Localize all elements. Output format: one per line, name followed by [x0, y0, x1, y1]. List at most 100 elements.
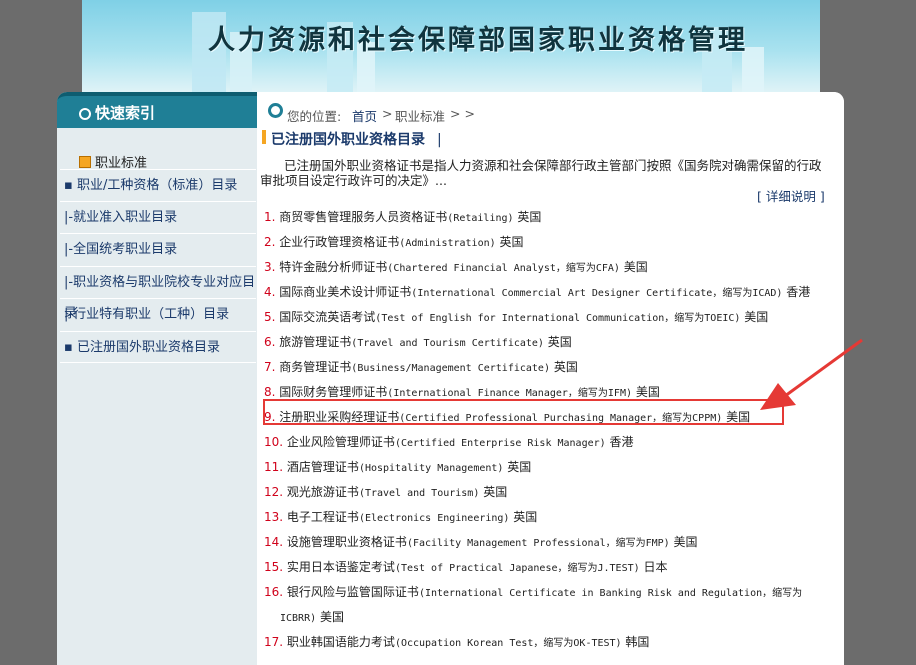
sidebar-item-vocational-mapping[interactable]: |-职业资格与职业院校专业对应目录 — [60, 266, 256, 321]
list-item[interactable]: 3. 特许金融分析师证书(Chartered Financial Analyst… — [264, 255, 834, 280]
list-item-country: 美国 — [623, 260, 648, 274]
list-item-number: 16. — [264, 585, 284, 599]
list-item-country: 英国 — [517, 210, 542, 224]
list-item-en-name: (Business/Management Certificate) — [351, 363, 550, 374]
list-item-number: 12. — [264, 485, 284, 499]
list-item[interactable]: 15. 实用日本语鉴定考试(Test of Practical Japanese… — [264, 555, 834, 580]
list-item-country: 香港 — [786, 285, 811, 299]
list-item[interactable]: 13. 电子工程证书(Electronics Engineering) 英国 — [264, 505, 834, 530]
certificate-list: 1. 商贸零售管理服务人员资格证书(Retailing) 英国 2. 企业行政管理… — [264, 205, 834, 655]
sidebar-item-employment-access[interactable]: |-就业准入职业目录 — [60, 201, 256, 233]
intro-paragraph: 已注册国外职业资格证书是指人力资源和社会保障部行政主管部门按照《国务院对确需保留… — [260, 158, 822, 188]
sidebar-item-occupation-catalog[interactable]: ▪ 职业/工种资格（标准）目录 — [60, 169, 256, 201]
list-item-country: 美国 — [673, 535, 698, 549]
list-item[interactable]: 11. 酒店管理证书(Hospitality Management) 英国 — [264, 455, 834, 480]
list-item-country: 英国 — [513, 510, 538, 524]
list-item-en-name: (Travel and Tourism) — [358, 488, 480, 499]
list-item[interactable]: 6. 旅游管理证书(Travel and Tourism Certificate… — [264, 330, 834, 355]
list-item[interactable]: 1. 商贸零售管理服务人员资格证书(Retailing) 英国 — [264, 205, 834, 230]
list-item[interactable]: 12. 观光旅游证书(Travel and Tourism) 英国 — [264, 480, 834, 505]
list-item[interactable]: 10. 企业风险管理师证书(Certified Enterprise Risk … — [264, 430, 834, 455]
list-item-number: 14. — [264, 535, 284, 549]
breadcrumb-current[interactable]: 职业标准 — [395, 106, 445, 125]
list-item-number: 8. — [264, 385, 276, 399]
highlight-box — [263, 399, 784, 425]
sidebar-header-label: 快速索引 — [95, 104, 156, 122]
list-item-number: 11. — [264, 460, 284, 474]
list-item-number: 5. — [264, 310, 276, 324]
breadcrumb: 您的位置: 首页 > 职业标准 > > — [262, 100, 842, 126]
folder-icon — [79, 156, 91, 168]
list-item-en-name: (Retailing) — [447, 213, 514, 224]
list-item-cn-name: 酒店管理证书 — [286, 460, 359, 474]
list-item-cn-name: 设施管理职业资格证书 — [286, 535, 407, 549]
title-marker — [262, 130, 266, 144]
list-item-number: 10. — [264, 435, 284, 449]
list-item-number: 4. — [264, 285, 276, 299]
sidebar-item-national-exam[interactable]: |-全国统考职业目录 — [60, 233, 256, 265]
list-item-number: 3. — [264, 260, 276, 274]
list-item-en-name: (Administration) — [399, 238, 496, 249]
list-item-country: 日本 — [643, 560, 668, 574]
list-item-cn-name: 观光旅游证书 — [286, 485, 359, 499]
list-item-en-name: (International Commercial Art Designer C… — [411, 288, 783, 299]
breadcrumb-home-link[interactable]: 首页 — [352, 106, 377, 125]
list-item-cn-name: 商务管理证书 — [279, 360, 352, 374]
list-item-country: 美国 — [744, 310, 769, 324]
list-item-cn-name: 企业行政管理资格证书 — [279, 235, 400, 249]
list-item-en-name: (Travel and Tourism Certificate) — [351, 338, 544, 349]
list-item-cn-name: 企业风险管理师证书 — [286, 435, 395, 449]
section-title-text: 已注册国外职业资格目录 — [271, 132, 425, 148]
list-item-number: 15. — [264, 560, 284, 574]
list-item-number: 17. — [264, 635, 284, 649]
site-title: 人力资源和社会保障部国家职业资格管理 — [208, 25, 748, 56]
title-divider: | — [437, 132, 442, 148]
list-item-cn-name: 国际交流英语考试 — [279, 310, 376, 324]
breadcrumb-separator: > — [382, 106, 393, 121]
list-item[interactable]: 14. 设施管理职业资格证书(Facility Management Profe… — [264, 530, 834, 555]
list-item-en-name: (Chartered Financial Analyst，缩写为CFA) — [387, 263, 620, 274]
list-item-country: 韩国 — [625, 635, 650, 649]
list-item-cn-name: 旅游管理证书 — [279, 335, 352, 349]
location-icon — [268, 103, 283, 118]
list-item-en-name: (Certified Enterprise Risk Manager) — [394, 438, 606, 449]
list-item-country: 英国 — [499, 235, 524, 249]
list-item-cn-name: 国际商业美术设计师证书 — [279, 285, 412, 299]
list-item-en-name: (Test of English for International Commu… — [375, 313, 741, 324]
list-item-en-name: (Hospitality Management) — [358, 463, 504, 474]
list-item-cn-name: 职业韩国语能力考试 — [286, 635, 395, 649]
list-item-country: 美国 — [635, 385, 660, 399]
section-title: 已注册国外职业资格目录 | — [262, 129, 442, 149]
list-item-country: 美国 — [319, 610, 344, 624]
list-item-number: 13. — [264, 510, 284, 524]
sidebar-item-foreign-registered[interactable]: ▪ 已注册国外职业资格目录 — [60, 331, 256, 363]
list-item[interactable]: 4. 国际商业美术设计师证书(International Commercial … — [264, 280, 834, 305]
list-item-country: 英国 — [553, 360, 578, 374]
list-item-country: 英国 — [547, 335, 572, 349]
list-item-number: 6. — [264, 335, 276, 349]
list-item-cn-name: 商贸零售管理服务人员资格证书 — [279, 210, 448, 224]
list-item-number: 7. — [264, 360, 276, 374]
list-item[interactable]: 7. 商务管理证书(Business/Management Certificat… — [264, 355, 834, 380]
breadcrumb-tail: > > — [450, 106, 475, 121]
list-item-en-name: (International Certificate in Banking Ri… — [418, 588, 803, 599]
list-item-en-name-cont: ICBRR) — [280, 613, 317, 624]
list-item-country: 英国 — [483, 485, 508, 499]
list-item-en-name: (Test of Practical Japanese，缩写为J.TEST) — [394, 563, 640, 574]
sidebar-header: 快速索引 — [57, 92, 257, 128]
list-item[interactable]: 2. 企业行政管理资格证书(Administration) 英国 — [264, 230, 834, 255]
list-item[interactable]: 17. 职业韩国语能力考试(Occupation Korean Test，缩写为… — [264, 630, 834, 655]
circle-icon — [79, 108, 91, 120]
list-item-cn-name: 特许金融分析师证书 — [279, 260, 388, 274]
list-item-cn-name: 银行风险与监管国际证书 — [286, 585, 419, 599]
sidebar-item-industry-specific[interactable]: |-行业特有职业（工种）目录 — [60, 298, 256, 330]
list-item-number: 2. — [264, 235, 276, 249]
detail-link[interactable]: [ 详细说明 ] — [757, 186, 825, 205]
list-item[interactable]: 16. 银行风险与监管国际证书(International Certificat… — [264, 580, 834, 630]
list-item-cn-name: 电子工程证书 — [286, 510, 359, 524]
list-item-number: 1. — [264, 210, 276, 224]
list-item-cn-name: 实用日本语鉴定考试 — [286, 560, 395, 574]
list-item-en-name: (Facility Management Professional，缩写为FMP… — [406, 538, 670, 549]
list-item[interactable]: 5. 国际交流英语考试(Test of English for Internat… — [264, 305, 834, 330]
list-item-en-name: (International Finance Manager，缩写为IFM) — [387, 388, 632, 399]
